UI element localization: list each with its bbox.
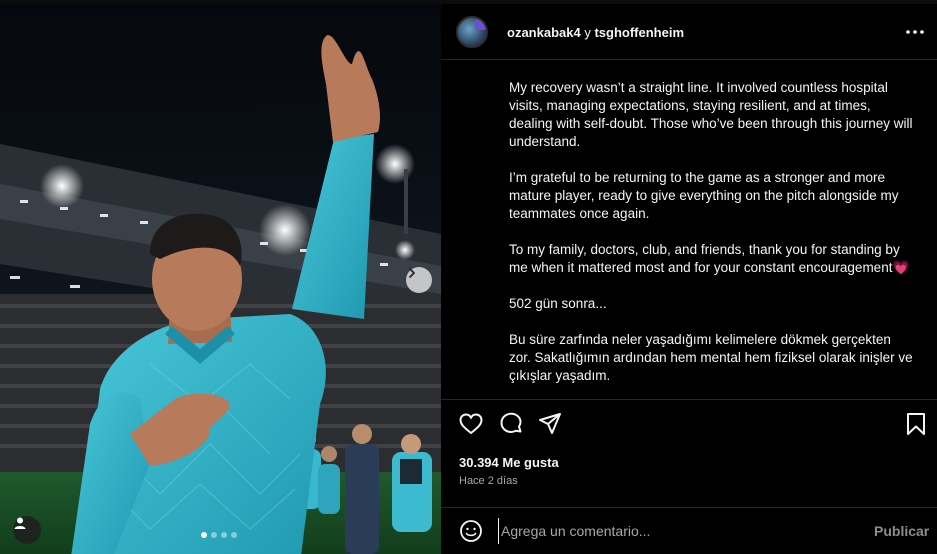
authors-conjunction: y xyxy=(584,25,591,40)
avatar[interactable] xyxy=(456,16,488,48)
caption-paragraph: My recovery wasn’t a straight line. It i… xyxy=(509,80,917,149)
post-time[interactable]: Hace 2 días xyxy=(459,475,518,487)
caption-paragraph: Bu süre zarfında neler yaşadığımı kelime… xyxy=(509,332,917,383)
carousel-dot xyxy=(201,532,207,538)
post-photo xyxy=(0,4,441,554)
user-tag-icon xyxy=(14,517,26,529)
caption-paragraph: I’m grateful to be returning to the game… xyxy=(509,170,903,221)
more-icon[interactable] xyxy=(903,22,927,42)
avatar-badge xyxy=(475,18,486,30)
caption-paragraph-text: To my family, doctors, club, and friends… xyxy=(509,242,904,275)
carousel-dot xyxy=(231,532,237,538)
caption-paragraph: 502 gün sonra... xyxy=(509,296,607,311)
emoji-icon[interactable] xyxy=(459,519,483,543)
chevron-right-icon xyxy=(409,268,415,278)
share-icon[interactable] xyxy=(537,411,563,437)
post-media[interactable] xyxy=(0,4,441,554)
post-actions xyxy=(441,399,937,449)
caption-paragraph: To my family, doctors, club, and friends… xyxy=(509,241,914,277)
likes-count[interactable]: 30.394 Me gusta xyxy=(459,455,559,470)
post-details-panel: ozankabak4 y tsghoffenheim My recovery w… xyxy=(441,4,937,554)
comment-icon[interactable] xyxy=(498,411,524,437)
username-link[interactable]: ozankabak4 xyxy=(507,25,581,40)
collaborator-link[interactable]: tsghoffenheim xyxy=(594,25,684,40)
carousel-indicator xyxy=(201,532,237,538)
post-authors: ozankabak4 y tsghoffenheim xyxy=(507,25,684,40)
bookmark-icon[interactable] xyxy=(903,411,929,437)
tagged-users-button[interactable] xyxy=(13,516,41,544)
carousel-dot xyxy=(221,532,227,538)
post-caption: My recovery wasn’t a straight line. It i… xyxy=(441,60,937,399)
next-slide-button[interactable] xyxy=(406,267,432,293)
publish-button[interactable]: Publicar xyxy=(874,523,929,539)
post-header: ozankabak4 y tsghoffenheim xyxy=(441,4,937,60)
comment-input[interactable] xyxy=(498,518,858,544)
comment-bar: Publicar xyxy=(441,507,937,554)
pink-heart-emoji: 💗 xyxy=(892,260,910,275)
carousel-dot xyxy=(211,532,217,538)
heart-icon[interactable] xyxy=(458,411,484,437)
